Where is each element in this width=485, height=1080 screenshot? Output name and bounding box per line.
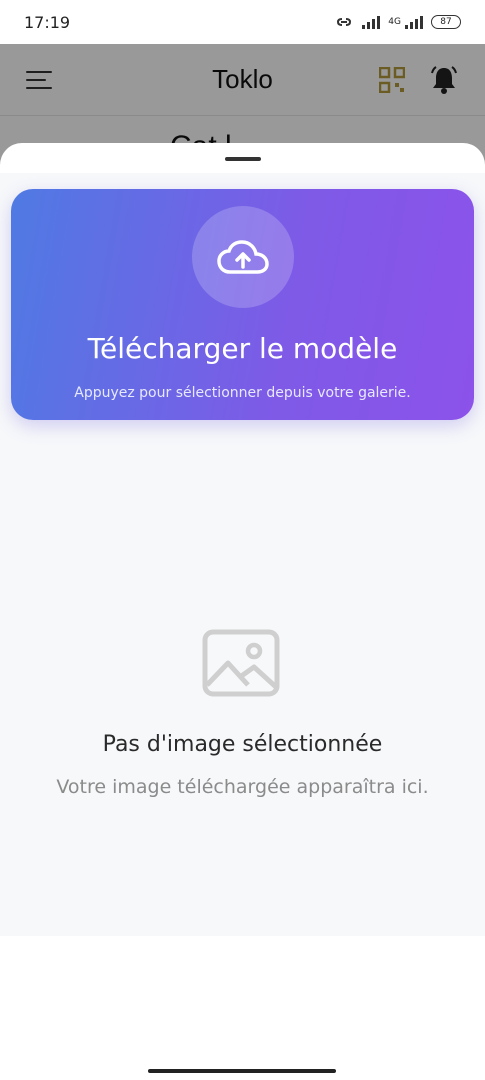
signal-icon-2 bbox=[405, 15, 423, 29]
upload-icon-badge bbox=[192, 206, 294, 308]
empty-state-hint: Votre image téléchargée apparaîtra ici. bbox=[56, 776, 429, 798]
cloud-upload-icon bbox=[217, 240, 269, 274]
image-placeholder-icon bbox=[202, 629, 280, 697]
empty-state-title: Pas d'image sélectionnée bbox=[102, 732, 383, 757]
home-indicator[interactable] bbox=[148, 1069, 336, 1073]
upload-card-hint: Appuyez pour sélectionner depuis votre g… bbox=[74, 385, 411, 401]
link-icon bbox=[337, 18, 352, 26]
upload-template-card[interactable]: Télécharger le modèle Appuyez pour sélec… bbox=[11, 189, 474, 420]
upload-card-title: Télécharger le modèle bbox=[87, 332, 398, 365]
bottom-sheet: Télécharger le modèle Appuyez pour sélec… bbox=[0, 143, 485, 1080]
sheet-content: Télécharger le modèle Appuyez pour sélec… bbox=[0, 173, 485, 936]
status-icons: 4G 87 bbox=[334, 15, 461, 29]
signal-icon bbox=[362, 15, 381, 29]
sheet-drag-handle[interactable] bbox=[225, 157, 261, 161]
battery-icon: 87 bbox=[431, 15, 461, 29]
battery-level: 87 bbox=[440, 17, 452, 27]
status-bar: 17:19 4G 87 bbox=[0, 0, 485, 44]
network-type: 4G bbox=[388, 16, 401, 27]
status-time: 17:19 bbox=[24, 12, 71, 32]
